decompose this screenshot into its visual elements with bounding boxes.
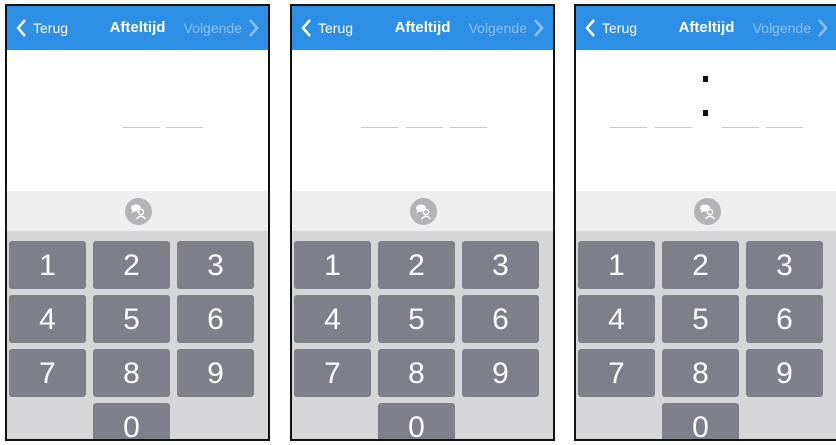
key-3[interactable]: 3 [746, 241, 823, 289]
key-7[interactable]: 7 [294, 349, 371, 397]
key-4[interactable]: 4 [9, 295, 86, 343]
timer-screen-3: Terug Afteltijd Volgende 1 2 3 4 5 6 7 8… [574, 4, 836, 441]
next-button[interactable]: Volgende [184, 6, 260, 50]
chevron-right-icon [249, 19, 259, 37]
navigation-bar: Terug Afteltijd Volgende [576, 6, 836, 50]
digit-slot [166, 127, 203, 128]
timer-screen-1: Terug Afteltijd Volgende 1 2 3 4 5 6 7 8… [5, 4, 270, 441]
key-6[interactable]: 6 [177, 295, 254, 343]
back-button[interactable]: Terug [15, 6, 68, 50]
digit-slot [610, 127, 647, 128]
digit-slot [722, 127, 759, 128]
key-7[interactable]: 7 [9, 349, 86, 397]
key-5[interactable]: 5 [378, 295, 455, 343]
key-9[interactable]: 9 [746, 349, 823, 397]
chevron-left-icon [301, 19, 311, 37]
key-5[interactable]: 5 [662, 295, 739, 343]
next-label: Volgende [752, 20, 811, 36]
key-6[interactable]: 6 [462, 295, 539, 343]
key-6[interactable]: 6 [746, 295, 823, 343]
navigation-bar: Terug Afteltijd Volgende [7, 6, 268, 50]
key-7[interactable]: 7 [578, 349, 655, 397]
key-0[interactable]: 0 [93, 403, 170, 439]
key-8[interactable]: 8 [93, 349, 170, 397]
numeric-keypad: 1 2 3 4 5 6 7 8 9 0 [7, 231, 268, 439]
back-label: Terug [602, 20, 638, 36]
key-0[interactable]: 0 [378, 403, 455, 439]
next-button[interactable]: Volgende [753, 6, 829, 50]
digit-slot [406, 127, 443, 128]
key-1[interactable]: 1 [9, 241, 86, 289]
key-8[interactable]: 8 [378, 349, 455, 397]
next-label: Volgende [468, 20, 527, 36]
key-1[interactable]: 1 [578, 241, 655, 289]
chevron-left-icon [16, 19, 26, 37]
key-8[interactable]: 8 [662, 349, 739, 397]
colon-separator [703, 110, 708, 116]
back-button[interactable]: Terug [584, 6, 637, 50]
chevron-left-icon [585, 19, 595, 37]
key-4[interactable]: 4 [578, 295, 655, 343]
digit-slot [766, 127, 803, 128]
key-0[interactable]: 0 [662, 403, 739, 439]
back-button[interactable]: Terug [300, 6, 353, 50]
speech-bubble-person-icon [699, 204, 715, 220]
digit-slot [361, 127, 398, 128]
key-1[interactable]: 1 [294, 241, 371, 289]
colon-separator [703, 76, 708, 82]
key-2[interactable]: 2 [662, 241, 739, 289]
digit-slot [655, 127, 692, 128]
digit-slot [123, 127, 160, 128]
key-9[interactable]: 9 [462, 349, 539, 397]
voice-input-button[interactable] [693, 198, 721, 225]
voice-input-button[interactable] [124, 198, 152, 225]
key-5[interactable]: 5 [93, 295, 170, 343]
time-input-display[interactable] [7, 50, 268, 191]
key-2[interactable]: 2 [93, 241, 170, 289]
speech-bubble-person-icon [130, 204, 146, 220]
voice-strip [576, 191, 836, 231]
chevron-right-icon [534, 19, 544, 37]
voice-strip [292, 191, 553, 231]
speech-bubble-person-icon [415, 204, 431, 220]
key-3[interactable]: 3 [462, 241, 539, 289]
key-9[interactable]: 9 [177, 349, 254, 397]
key-2[interactable]: 2 [378, 241, 455, 289]
numeric-keypad: 1 2 3 4 5 6 7 8 9 0 [576, 231, 836, 439]
next-label: Volgende [183, 20, 242, 36]
chevron-right-icon [818, 19, 828, 37]
time-input-display[interactable] [292, 50, 553, 191]
digit-slot [450, 127, 487, 128]
voice-strip [7, 191, 268, 231]
voice-input-button[interactable] [409, 198, 437, 225]
key-4[interactable]: 4 [294, 295, 371, 343]
navigation-bar: Terug Afteltijd Volgende [292, 6, 553, 50]
time-input-display[interactable] [576, 50, 836, 191]
back-label: Terug [33, 20, 69, 36]
next-button[interactable]: Volgende [469, 6, 545, 50]
back-label: Terug [318, 20, 354, 36]
numeric-keypad: 1 2 3 4 5 6 7 8 9 0 [292, 231, 553, 439]
timer-screen-2: Terug Afteltijd Volgende 1 2 3 4 5 6 7 8 [290, 4, 555, 441]
key-3[interactable]: 3 [177, 241, 254, 289]
